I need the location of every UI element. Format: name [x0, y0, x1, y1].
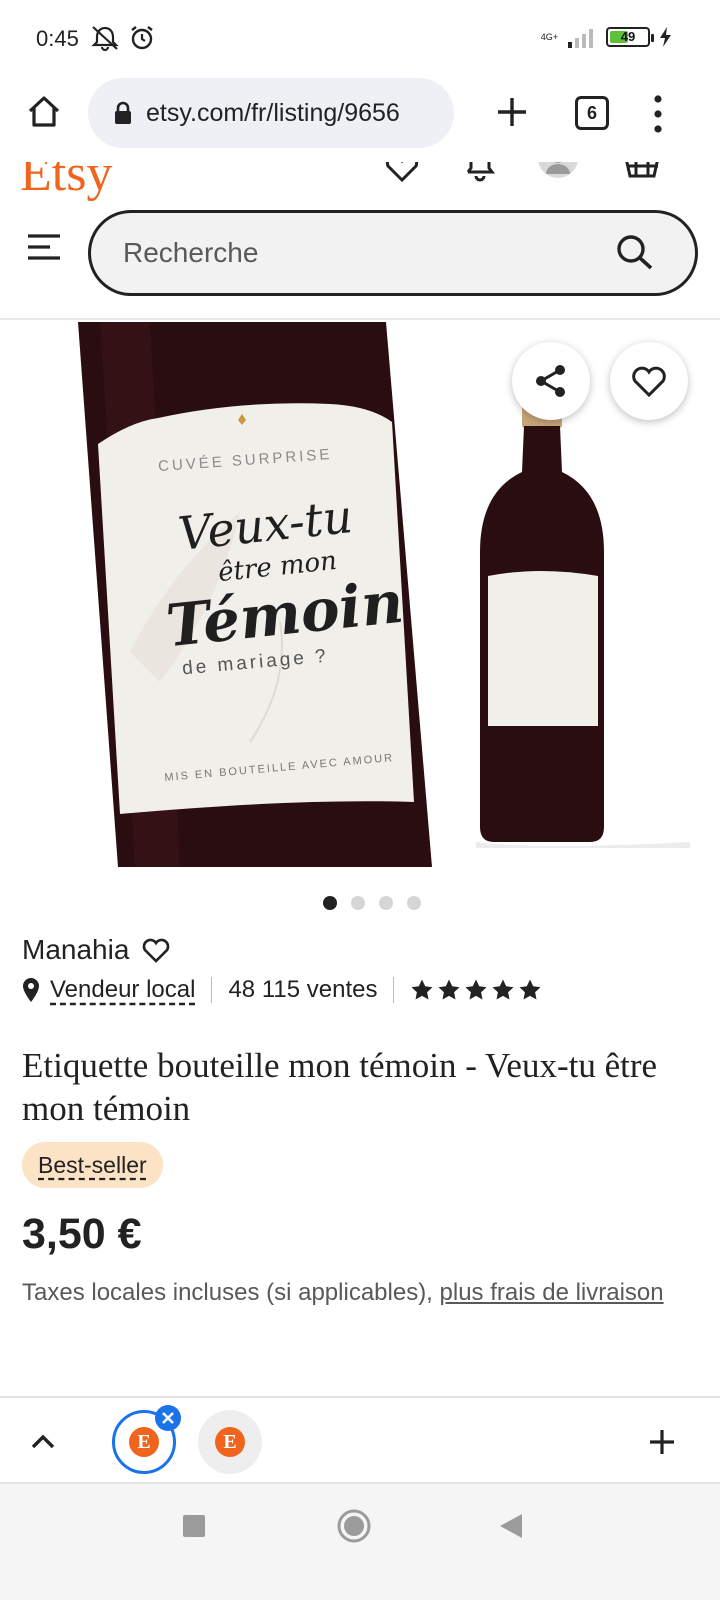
small-wine-bottle [476, 402, 690, 848]
etsy-favicon: E [215, 1427, 245, 1457]
tax-note: Taxes locales incluses (si applicables),… [22, 1276, 682, 1310]
add-tab-icon[interactable] [646, 1426, 678, 1458]
divider [393, 977, 395, 1003]
divider [211, 977, 213, 1003]
star-icon [492, 979, 514, 1000]
new-tab-icon[interactable] [490, 90, 534, 134]
carousel-dot[interactable] [323, 896, 337, 910]
url-text: etsy.com/fr/listing/9656 [146, 98, 400, 127]
tax-text: Taxes locales incluses (si applicables), [22, 1279, 440, 1306]
search-icon[interactable] [615, 233, 655, 273]
etsy-logo[interactable]: Etsy [20, 162, 112, 203]
home-icon[interactable] [24, 92, 64, 132]
status-right: 4G+ 49 [541, 26, 672, 48]
search-input[interactable] [123, 231, 583, 275]
carousel-dot[interactable] [351, 896, 365, 910]
share-icon [536, 365, 565, 397]
signal-icon [568, 29, 593, 48]
more-menu-icon[interactable] [652, 94, 664, 134]
star-icon [411, 979, 433, 1000]
star-icon [438, 979, 460, 1000]
recents-icon[interactable] [182, 1514, 206, 1538]
listing-price: 3,50 € [22, 1210, 142, 1258]
address-bar[interactable]: etsy.com/fr/listing/9656 [88, 78, 454, 148]
charging-icon [660, 27, 671, 47]
alarm-icon [131, 26, 153, 50]
shop-name[interactable]: Manahia [22, 934, 129, 966]
tab-etsy-active[interactable]: E [112, 1405, 181, 1474]
system-nav-bar [0, 1484, 720, 1600]
listing-title: Etiquette bouteille mon témoin - Veux-tu… [22, 1046, 658, 1128]
location-pin-icon [23, 978, 39, 1002]
home-nav-icon[interactable] [336, 1508, 372, 1544]
lock-icon [115, 101, 131, 124]
account-avatar-icon[interactable] [536, 162, 580, 184]
best-seller-badge[interactable]: Best-seller [22, 1142, 163, 1188]
favorites-heart-icon[interactable] [380, 162, 424, 184]
browser-toolbar: etsy.com/fr/listing/9656 6 [0, 76, 720, 162]
carousel-dots[interactable] [0, 896, 720, 910]
etsy-favicon: E [129, 1427, 159, 1457]
status-time: 0:45 [36, 26, 79, 51]
notifications-bell-icon[interactable] [458, 162, 502, 184]
share-button[interactable] [512, 342, 590, 420]
battery-level: 49 [620, 29, 636, 44]
carousel-dot[interactable] [379, 896, 393, 910]
tab-strip: E E [0, 1396, 720, 1484]
shop-row: Manahia [22, 934, 171, 966]
local-seller-link[interactable]: Vendeur local [50, 976, 195, 1004]
mute-icon [91, 26, 119, 52]
sales-count: 48 115 ventes [228, 976, 378, 1003]
favorite-button[interactable] [610, 342, 688, 420]
carousel-dot[interactable] [407, 896, 421, 910]
shop-meta-row: Vendeur local 48 115 ventes [22, 976, 542, 1004]
close-icon [162, 1412, 174, 1424]
site-header: Etsy [0, 162, 720, 320]
status-icons [90, 24, 156, 52]
cart-icon[interactable] [620, 162, 664, 184]
product-image-gallery[interactable]: CUVÉE SURPRISE Veux-tu être mon Témoin d… [0, 322, 720, 882]
rating-stars[interactable] [410, 978, 542, 1002]
chevron-up-icon[interactable] [28, 1428, 58, 1454]
hamburger-menu-icon[interactable] [26, 232, 62, 262]
status-bar: 0:45 4G+ 49 [0, 0, 720, 76]
star-icon [519, 979, 541, 1000]
heart-icon [632, 366, 666, 398]
network-type: 4G+ [540, 32, 558, 42]
battery-icon: 49 [606, 27, 654, 47]
tab-switcher-button[interactable]: 6 [575, 96, 609, 130]
search-bar [88, 210, 698, 296]
follow-shop-heart-icon[interactable] [141, 936, 171, 964]
close-tab-button[interactable] [155, 1405, 181, 1431]
shipping-link[interactable]: plus frais de livraison [440, 1279, 664, 1306]
tab-etsy[interactable]: E [198, 1410, 262, 1474]
back-icon[interactable] [498, 1512, 524, 1540]
star-icon [465, 979, 487, 1000]
badge-label: Best-seller [38, 1152, 147, 1178]
